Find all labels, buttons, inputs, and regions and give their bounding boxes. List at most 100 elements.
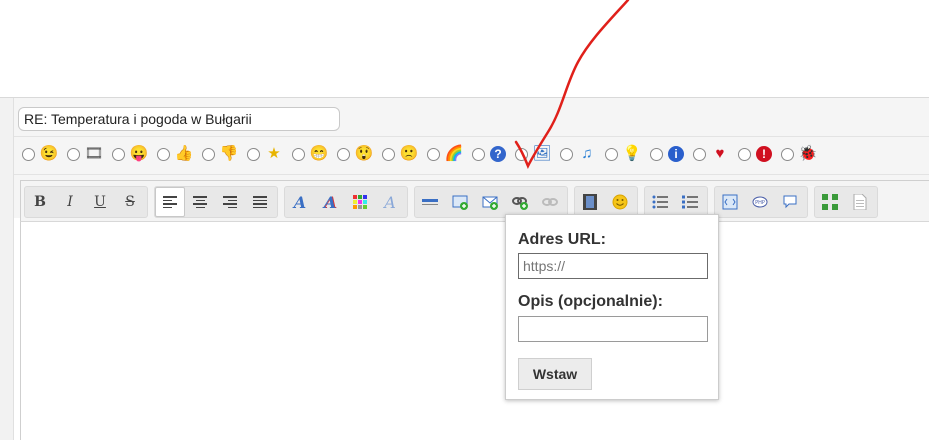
post-icon-radio[interactable] <box>650 147 663 161</box>
insert-emoticon-button[interactable] <box>605 187 635 217</box>
align-center-button[interactable] <box>185 187 215 217</box>
music-note-icon: ♫ <box>581 145 593 162</box>
post-icon-option[interactable]: 💡 <box>605 145 641 163</box>
description-input[interactable] <box>518 316 708 342</box>
numbered-list-icon <box>682 195 698 209</box>
post-icon-radio[interactable] <box>605 147 618 161</box>
post-icon-radio[interactable] <box>560 147 573 161</box>
post-icon-option[interactable]: 😲 <box>337 145 373 163</box>
font-button[interactable]: A <box>285 187 315 217</box>
source-view-button[interactable] <box>845 187 875 217</box>
numbered-list-button[interactable] <box>675 187 705 217</box>
insert-link-popup: Adres URL: Opis (opcjonalnie): Wstaw <box>505 214 719 400</box>
url-input[interactable] <box>518 253 708 279</box>
post-icon-option[interactable]: ♫ <box>560 145 596 163</box>
post-icon-radio[interactable] <box>67 147 80 161</box>
post-icon-option[interactable]: 😛 <box>112 145 148 163</box>
post-icon-option[interactable]: 🐞 <box>781 145 817 163</box>
align-right-button[interactable] <box>215 187 245 217</box>
post-icon-radio[interactable] <box>112 147 125 161</box>
post-icon-option[interactable]: ♥ <box>693 145 729 163</box>
post-icon-radio[interactable] <box>472 147 485 161</box>
color-button[interactable] <box>345 187 375 217</box>
post-icon-option[interactable]: i <box>650 146 684 162</box>
post-icon-radio[interactable] <box>738 147 751 161</box>
post-icon-option[interactable]: ! <box>738 146 772 162</box>
post-icon-option[interactable]: 🌈 <box>427 145 463 163</box>
post-icon-radio[interactable] <box>382 147 395 161</box>
justify-button[interactable] <box>245 187 275 217</box>
bullet-list-button[interactable] <box>645 187 675 217</box>
image-icon: 🖼 <box>532 145 552 162</box>
post-icon-option[interactable]: 🎞 <box>67 145 104 163</box>
insert-image-button[interactable] <box>445 187 475 217</box>
post-icon-option[interactable]: ★ <box>247 145 283 163</box>
image-icon <box>452 195 468 210</box>
panel-left-strip <box>0 98 14 440</box>
justify-icon <box>253 196 267 208</box>
remove-format-icon: A <box>384 192 396 212</box>
bold-button[interactable]: B <box>25 187 55 217</box>
horizontal-rule-icon <box>422 199 438 205</box>
sad-face-icon: 🙁 <box>399 145 419 162</box>
align-right-icon <box>223 196 237 208</box>
email-icon <box>482 196 498 210</box>
insert-video-button[interactable] <box>575 187 605 217</box>
color-grid-icon <box>353 195 367 209</box>
svg-text:PHP: PHP <box>755 200 765 206</box>
post-icon-option[interactable]: 👍 <box>157 145 193 163</box>
font-size-button[interactable]: A <box>315 187 345 217</box>
horizontal-rule-button[interactable] <box>415 187 445 217</box>
tongue-face-icon: 😛 <box>129 145 149 162</box>
quote-button[interactable] <box>775 187 805 217</box>
post-icon-radio[interactable] <box>515 147 528 161</box>
strikethrough-button[interactable]: S <box>115 187 145 217</box>
underline-button[interactable]: U <box>85 187 115 217</box>
align-left-icon <box>163 196 177 208</box>
speech-bubble-icon <box>783 195 797 209</box>
insert-link-button[interactable] <box>505 187 535 217</box>
post-icon-radio[interactable] <box>292 147 305 161</box>
php-icon: PHP <box>752 196 768 208</box>
shock-face-icon: 😲 <box>354 145 374 162</box>
thumb-down-icon: 👎 <box>219 145 239 162</box>
unlink-icon <box>542 198 558 206</box>
post-icon-radio[interactable] <box>781 147 794 161</box>
post-icon-radio[interactable] <box>427 147 440 161</box>
insert-email-button[interactable] <box>475 187 505 217</box>
post-icon-option[interactable]: ? <box>472 146 506 162</box>
film-icon: 🎞 <box>84 145 104 162</box>
view-group <box>814 186 878 218</box>
remove-link-button[interactable] <box>535 187 565 217</box>
rainbow-icon: 🌈 <box>444 145 464 162</box>
divider <box>14 136 929 137</box>
code-button[interactable] <box>715 187 745 217</box>
alignment-group <box>154 186 278 218</box>
post-icon-radio[interactable] <box>202 147 215 161</box>
warning-icon: ! <box>756 146 772 162</box>
post-icon-radio[interactable] <box>337 147 350 161</box>
bug-icon: 🐞 <box>798 145 818 162</box>
post-icon-radio[interactable] <box>693 147 706 161</box>
php-button[interactable]: PHP <box>745 187 775 217</box>
post-icon-radio[interactable] <box>22 147 35 161</box>
maximize-button[interactable] <box>815 187 845 217</box>
post-icon-option[interactable]: 🙁 <box>382 145 418 163</box>
star-icon: ★ <box>267 145 281 162</box>
post-icon-option[interactable]: 😁 <box>292 145 328 163</box>
post-icon-radio[interactable] <box>247 147 260 161</box>
subject-input[interactable]: RE: Temperatura i pogoda w Bułgarii <box>18 107 340 131</box>
heart-icon: ♥ <box>715 145 725 162</box>
insert-button[interactable]: Wstaw <box>518 358 592 390</box>
post-icon-radio[interactable] <box>157 147 170 161</box>
film-icon <box>583 194 597 210</box>
url-label: Adres URL: <box>518 231 607 248</box>
post-icon-option[interactable]: 😉 <box>22 145 58 163</box>
post-icon-option[interactable]: 👎 <box>202 145 238 163</box>
italic-button[interactable]: I <box>55 187 85 217</box>
font-group: A A A <box>284 186 408 218</box>
remove-format-button[interactable]: A <box>375 187 405 217</box>
thumb-up-icon: 👍 <box>174 145 194 162</box>
post-icon-option[interactable]: 🖼 <box>515 145 552 163</box>
align-left-button[interactable] <box>155 187 185 217</box>
